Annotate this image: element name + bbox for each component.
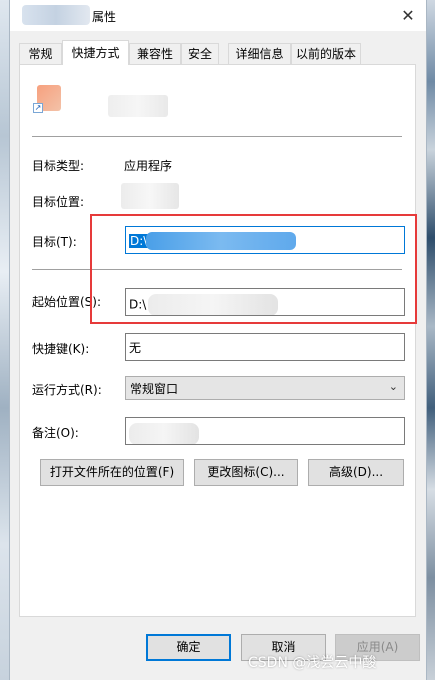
window-title: 属性	[92, 10, 117, 24]
start-in-value: D:\	[129, 297, 147, 312]
advanced-button[interactable]: 高级(D)...	[308, 459, 404, 486]
tab-shortcut[interactable]: 快捷方式	[62, 40, 129, 65]
target-label: 目标(T):	[32, 235, 77, 249]
tab-general[interactable]: 常规	[19, 43, 62, 64]
shortcut-key-value: 无	[129, 341, 142, 355]
divider	[32, 269, 402, 270]
open-file-location-button[interactable]: 打开文件所在的位置(F)	[40, 459, 184, 486]
tab-compatibility[interactable]: 兼容性	[129, 43, 181, 64]
target-input[interactable]: D:\	[125, 226, 405, 254]
tab-previous-versions[interactable]: 以前的版本	[291, 43, 361, 64]
comment-label: 备注(O):	[32, 426, 79, 440]
shortcut-panel: ↗ 目标类型: 应用程序 目标位置: 目标(T): D:\ 起始位置(S): D…	[19, 64, 416, 617]
close-button[interactable]: ✕	[390, 0, 426, 31]
shortcut-arrow-icon: ↗	[33, 103, 43, 113]
app-icon: ↗	[33, 81, 61, 113]
shortcut-key-label: 快捷键(K):	[32, 342, 90, 356]
run-mode-select[interactable]: 常规窗口 ⌄	[125, 376, 405, 400]
title-bar[interactable]: 属性 ✕	[10, 0, 426, 31]
title-redacted	[22, 5, 90, 25]
desktop-background-right	[427, 0, 435, 680]
csdn-watermark: CSDN @浅尝云中酸	[248, 655, 377, 671]
target-location-redacted	[121, 183, 179, 209]
start-in-path-redacted	[148, 294, 279, 315]
close-icon: ✕	[401, 6, 415, 25]
comment-redacted	[129, 423, 199, 444]
shortcut-key-input[interactable]: 无	[125, 333, 405, 361]
target-path-redacted	[146, 232, 297, 250]
tab-details[interactable]: 详细信息	[228, 43, 291, 64]
properties-dialog: 属性 ✕ 常规 快捷方式 兼容性 安全 详细信息 以前的版本 ↗ 目标类型: 应…	[9, 0, 427, 680]
app-name-redacted	[108, 95, 168, 117]
start-in-input[interactable]: D:\	[125, 288, 405, 316]
divider	[32, 136, 402, 137]
comment-input[interactable]	[125, 417, 405, 445]
target-location-label: 目标位置:	[32, 195, 85, 209]
run-mode-value: 常规窗口	[130, 382, 179, 396]
chevron-down-icon: ⌄	[388, 380, 398, 393]
desktop-background-left	[0, 0, 9, 680]
run-label: 运行方式(R):	[32, 383, 102, 397]
change-icon-button[interactable]: 更改图标(C)...	[194, 459, 298, 486]
target-type-value: 应用程序	[124, 159, 173, 173]
target-type-label: 目标类型:	[32, 159, 85, 173]
start-in-label: 起始位置(S):	[32, 295, 102, 309]
tab-security[interactable]: 安全	[181, 43, 219, 64]
ok-button[interactable]: 确定	[146, 634, 231, 661]
